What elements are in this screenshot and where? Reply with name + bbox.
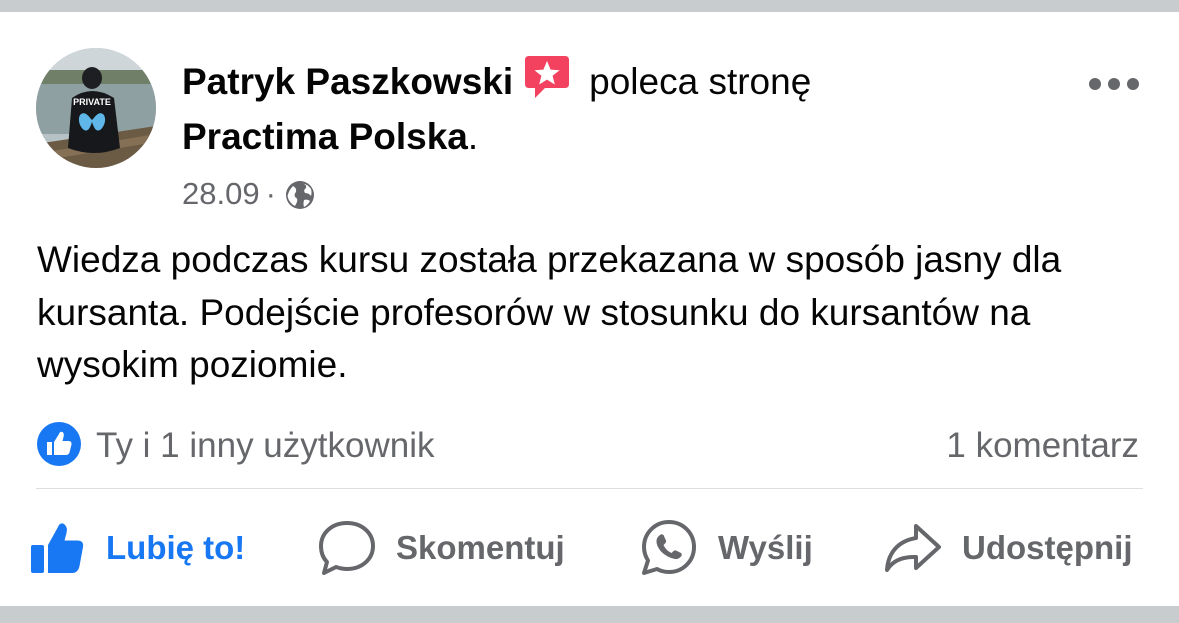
like-label: Lubię to! xyxy=(106,529,246,566)
page-name-suffix: . xyxy=(467,116,479,157)
comments-count[interactable]: 1 komentarz xyxy=(946,422,1139,470)
like-reaction-icon xyxy=(36,421,82,472)
post-body: Wiedza podczas kursu została przekazana … xyxy=(37,239,1062,385)
author-name[interactable]: Patryk Paszkowski xyxy=(182,61,513,102)
recommend-verb: poleca stronę xyxy=(589,61,812,102)
send-button[interactable]: Wyślij xyxy=(638,515,813,581)
avatar-jacket-text: PRIVATE xyxy=(73,97,111,107)
recommended-page-line: Practima Polska. xyxy=(182,115,478,159)
comment-bubble-icon xyxy=(319,521,375,575)
more-options-icon xyxy=(1089,78,1139,90)
share-arrow-icon xyxy=(885,524,941,572)
globe-icon xyxy=(284,179,316,221)
like-button[interactable]: Lubię to! xyxy=(28,515,245,581)
reactions-summary[interactable]: Ty i 1 inny użytkownik xyxy=(36,421,435,472)
recommended-page-name[interactable]: Practima Polska xyxy=(182,116,468,157)
share-button[interactable]: Udostępnij xyxy=(882,515,1133,581)
comment-label: Skomentuj xyxy=(396,529,565,566)
post-meta: 28.09 · xyxy=(182,174,316,221)
post-header-line: Patryk Paszkowski poleca stronę xyxy=(182,52,811,110)
comment-button[interactable]: Skomentuj xyxy=(316,515,565,581)
whatsapp-icon xyxy=(642,520,696,575)
send-label: Wyślij xyxy=(718,529,813,566)
meta-separator: · xyxy=(265,176,276,211)
post-card: PRIVATE Patryk Paszkowski poleca stronę … xyxy=(0,12,1179,606)
recommend-badge-icon xyxy=(523,52,571,110)
avatar[interactable]: PRIVATE xyxy=(36,48,156,168)
share-label: Udostępnij xyxy=(962,529,1133,566)
post-date[interactable]: 28.09 xyxy=(182,176,260,211)
reactions-text: Ty i 1 inny użytkownik xyxy=(96,426,435,465)
thumbs-up-icon xyxy=(31,523,84,573)
divider xyxy=(36,488,1143,489)
avatar-image: PRIVATE xyxy=(36,48,156,168)
more-options-button[interactable] xyxy=(1086,70,1142,98)
